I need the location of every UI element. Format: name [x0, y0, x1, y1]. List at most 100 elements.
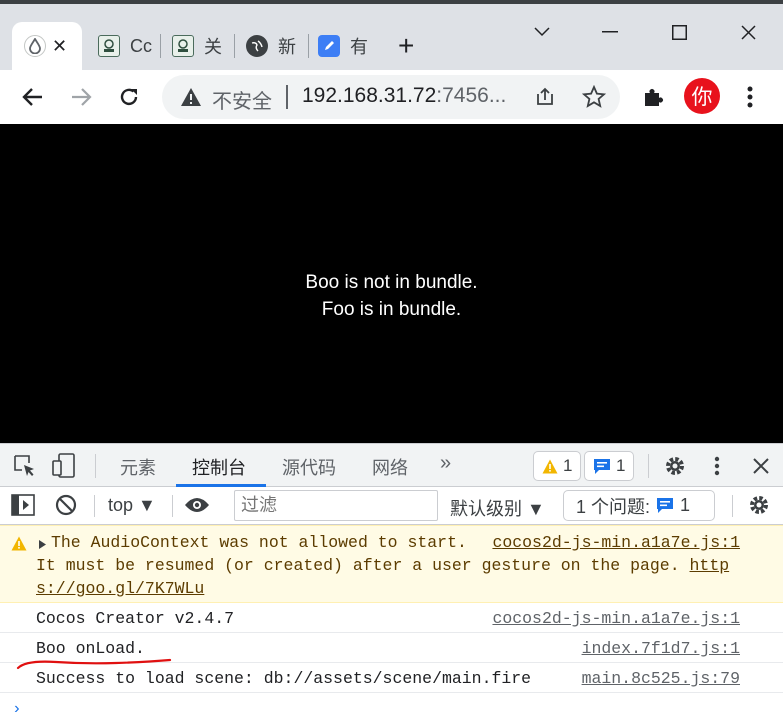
tab-cocos-2[interactable]: 关 — [172, 22, 226, 70]
extensions-button[interactable] — [636, 80, 670, 114]
tab-title: 新 — [278, 37, 296, 57]
cocos-icon — [98, 35, 120, 57]
toolbar-divider — [94, 495, 95, 517]
warnings-counter-button[interactable]: 1 — [533, 451, 582, 481]
tab-console[interactable]: 控制台 — [192, 454, 246, 480]
console-toolbar: top ▼ 默认级别 ▼ 1 个问题: 1 — [0, 487, 783, 525]
console-prompt-chevron-icon[interactable]: › — [12, 700, 22, 718]
close-devtools-icon[interactable] — [753, 458, 769, 474]
log-level-selector[interactable]: 默认级别 ▼ — [450, 495, 545, 521]
message-source-link[interactable]: index.7f1d7.js:1 — [582, 639, 740, 658]
console-filter-input[interactable] — [234, 490, 438, 521]
maximize-button[interactable] — [659, 16, 699, 48]
security-status-label[interactable]: 不安全 — [212, 85, 272, 114]
toolbar-divider — [648, 454, 649, 478]
console-message-log[interactable]: Success to load scene: db://assets/scene… — [0, 663, 783, 693]
expand-triangle-icon[interactable] — [38, 539, 47, 550]
puzzle-icon — [645, 89, 663, 106]
tab-title: Cc — [130, 35, 152, 56]
device-toolbar-icon[interactable] — [52, 453, 76, 479]
arrow-left-icon — [22, 88, 42, 106]
maximize-icon — [671, 24, 687, 40]
bookmark-star-icon[interactable] — [582, 85, 606, 109]
url-text[interactable]: 192.168.31.72:7456... — [302, 84, 506, 108]
console-message-warning[interactable]: The AudioContext was not allowed to star… — [0, 525, 783, 603]
reload-icon — [120, 88, 138, 106]
profile-avatar[interactable]: 你 — [684, 78, 720, 114]
inspect-element-icon[interactable] — [14, 455, 36, 477]
devtools-menu-icon[interactable] — [714, 456, 720, 476]
context-selector[interactable]: top ▼ — [108, 495, 156, 516]
message-source-link[interactable]: main.8c525.js:79 — [582, 669, 740, 688]
console-message-log[interactable]: Cocos Creator v2.4.7 cocos2d-js-min.a1a7… — [0, 603, 783, 633]
browser-toolbar: 不安全 192.168.31.72:7456... — [0, 70, 783, 124]
tab-separator — [160, 34, 161, 58]
tab-active[interactable]: ✕ — [12, 22, 82, 70]
messages-count: 1 — [616, 456, 626, 475]
bundle-status-line: Boo is not in bundle. — [305, 272, 478, 293]
tab-search-button[interactable] — [522, 16, 562, 48]
message-icon — [594, 458, 610, 474]
share-icon[interactable] — [534, 86, 556, 108]
back-button[interactable] — [16, 80, 50, 114]
tab-separator — [234, 34, 235, 58]
console-message-log[interactable]: Boo onLoad. index.7f1d7.js:1 — [0, 633, 783, 670]
toolbar-divider — [95, 454, 96, 478]
tab-separator — [308, 34, 309, 58]
clear-console-icon[interactable] — [55, 494, 77, 516]
url-host: 192.168.31.72 — [302, 84, 437, 107]
console-output: The AudioContext was not allowed to star… — [0, 525, 783, 724]
messages-counter-button[interactable]: 1 — [584, 451, 635, 481]
message-source-link[interactable]: cocos2d-js-min.a1a7e.js:1 — [492, 533, 740, 552]
message-url-link[interactable]: s://goo.gl/7K7WLu — [36, 579, 204, 598]
minimize-button[interactable] — [590, 16, 630, 48]
url-rest: :7456... — [436, 84, 507, 107]
tab-sources[interactable]: 源代码 — [282, 454, 336, 480]
address-bar[interactable]: 不安全 192.168.31.72:7456... — [162, 75, 620, 119]
new-tab-button[interactable]: + — [398, 22, 414, 70]
close-window-button[interactable] — [728, 16, 768, 48]
cocos-icon — [172, 35, 194, 57]
message-text: Cocos Creator v2.4.7 — [36, 609, 235, 628]
arrow-right-icon — [72, 88, 92, 106]
tab-doc[interactable]: 有 — [318, 22, 372, 70]
message-source-link[interactable]: cocos2d-js-min.a1a7e.js:1 — [492, 609, 740, 628]
message-text: Success to load scene: db://assets/scene… — [36, 669, 532, 688]
message-icon — [657, 498, 674, 513]
tab-title: 有 — [350, 37, 368, 57]
issues-count: 1 — [680, 495, 691, 515]
browser-menu-button[interactable] — [733, 80, 767, 114]
warnings-count: 1 — [563, 456, 573, 475]
kebab-menu-icon — [747, 86, 753, 108]
warning-icon — [542, 459, 558, 473]
warning-icon — [11, 536, 27, 551]
page-canvas[interactable]: Boo is not in bundle. Foo is in bundle. — [0, 124, 783, 443]
devtools-tab-bar: 元素 控制台 源代码 网络 » 1 1 — [0, 443, 783, 487]
tab-close-icon[interactable]: ✕ — [52, 36, 67, 57]
tab-title: 关 — [204, 37, 222, 57]
forward-button[interactable] — [64, 80, 98, 114]
issues-button[interactable]: 1 个问题: 1 — [563, 490, 715, 521]
settings-gear-icon[interactable] — [664, 455, 686, 477]
globe-icon — [246, 35, 268, 57]
message-text: It must be resumed (or created) after a … — [36, 556, 690, 575]
tab-cocos-1[interactable]: Cc — [98, 22, 152, 70]
live-expression-eye-icon[interactable] — [184, 496, 210, 514]
toolbar-divider — [172, 495, 173, 517]
console-settings-gear-icon[interactable] — [748, 494, 770, 516]
minimize-icon — [602, 31, 618, 33]
message-text: The AudioContext was not allowed to star… — [51, 533, 467, 552]
more-tabs-chevron-icon[interactable]: » — [440, 452, 451, 475]
close-icon — [740, 24, 756, 40]
tab-new-page[interactable]: 新 — [246, 22, 300, 70]
tab-elements[interactable]: 元素 — [120, 454, 156, 480]
plus-icon: + — [398, 30, 415, 61]
message-text-line2: It must be resumed (or created) after a … — [36, 556, 729, 575]
tab-network[interactable]: 网络 — [372, 454, 408, 480]
warning-triangle-icon — [181, 88, 201, 106]
bundle-status-line: Foo is in bundle. — [321, 299, 462, 320]
message-url-link[interactable]: http — [690, 556, 730, 575]
chevron-down-icon — [534, 27, 550, 37]
reload-button[interactable] — [112, 80, 146, 114]
show-sidebar-icon[interactable] — [11, 494, 35, 516]
